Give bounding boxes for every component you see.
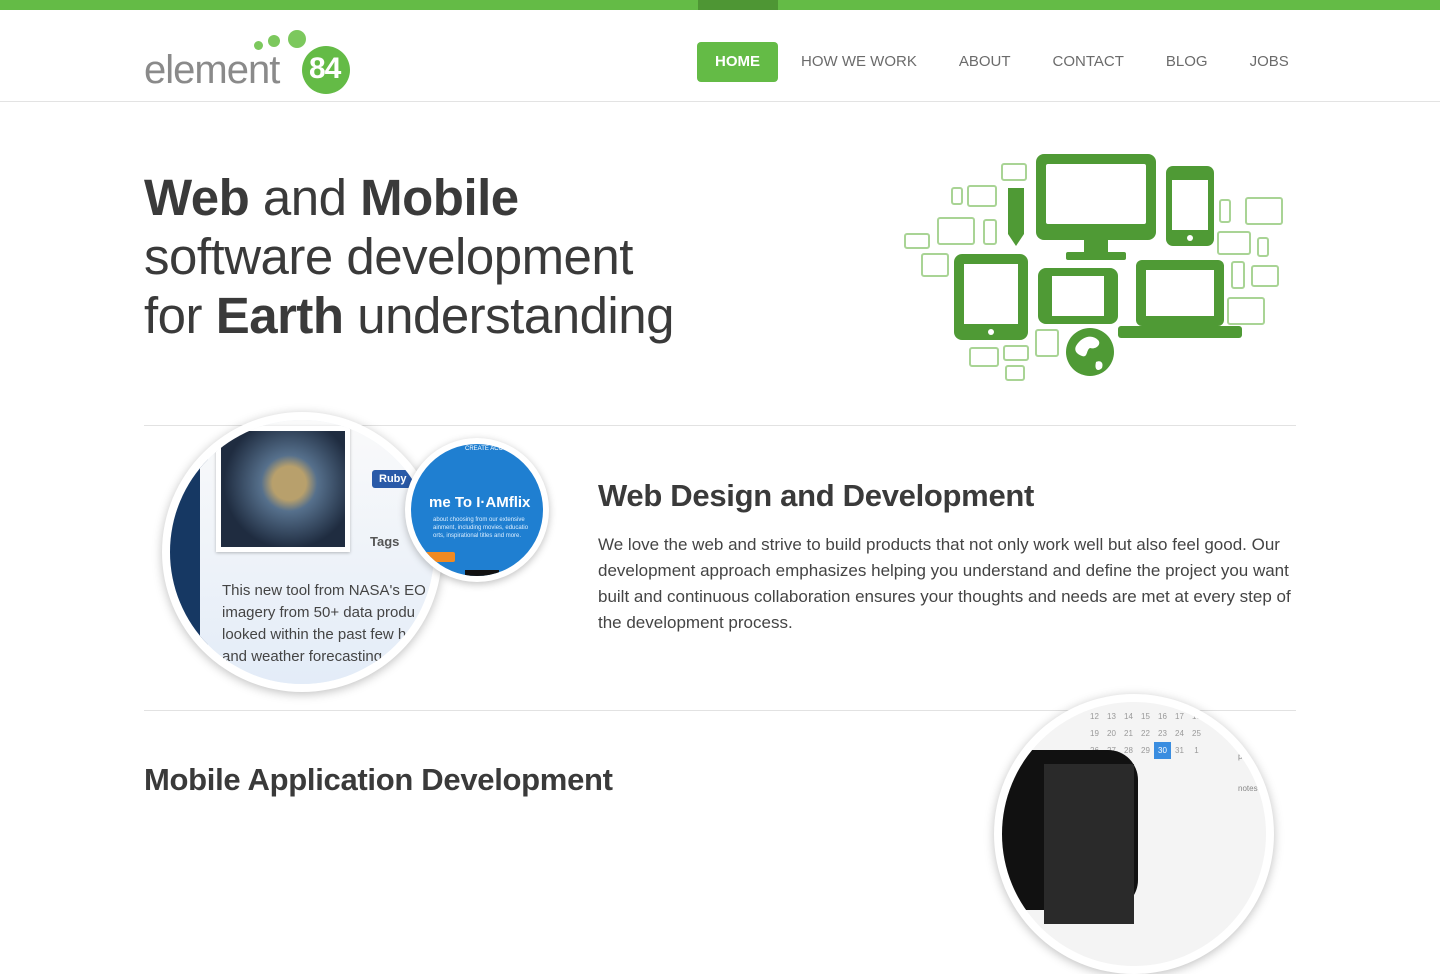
earth-satellite-thumbnail <box>216 426 350 552</box>
screenshot-text: This new tool from NASA's EO imagery fro… <box>222 580 426 668</box>
side-label: pa <box>1238 752 1247 761</box>
hero-line-2: software development <box>144 228 633 285</box>
web-project-screenshot-circle: Ruby Tags This new tool from NASA's EO i… <box>162 412 442 692</box>
cal-day-selected: 30 <box>1154 742 1171 759</box>
cal-day: 12 <box>1090 712 1099 721</box>
cal-day: 21 <box>1124 729 1133 738</box>
nav-contact[interactable]: CONTACT <box>1053 42 1124 82</box>
create-account-text: CREATE ACCO <box>465 446 508 452</box>
logo-dot-large <box>288 30 306 48</box>
logo[interactable]: element 84 <box>144 30 354 94</box>
logo-dot-medium <box>268 35 280 47</box>
logo-number: 84 <box>309 52 341 85</box>
phone-device <box>1002 750 1138 924</box>
hero-word-earth: Earth <box>215 287 344 344</box>
site-header: element 84 HOME HOW WE WORK ABOUT CONTAC… <box>0 10 1440 102</box>
screenshot-text-line: and weather forecasting <box>222 648 383 665</box>
cal-day: 13 <box>1107 712 1116 721</box>
cal-day: 15 <box>1141 712 1150 721</box>
hero-headline: Web and Mobile software development for … <box>144 168 675 345</box>
nav-about[interactable]: ABOUT <box>959 42 1011 82</box>
tags-label: Tags <box>370 534 400 549</box>
hero-line-1: Web and Mobile <box>144 168 674 227</box>
nav-how-we-work[interactable]: HOW WE WORK <box>801 42 917 82</box>
hero-word-for: for <box>144 287 216 344</box>
logo-wordmark: element <box>144 48 280 92</box>
app-store-badge <box>465 570 499 576</box>
screenshot-text-line: imagery from 50+ data produ <box>222 604 416 621</box>
nav-blog[interactable]: BLOG <box>1166 42 1208 82</box>
cal-day: 24 <box>1175 729 1184 738</box>
active-indicator <box>698 0 778 10</box>
top-accent-bar <box>0 0 1440 10</box>
cal-day: 22 <box>1141 729 1150 738</box>
cal-day: 1 <box>1194 746 1199 755</box>
hero-word-web: Web <box>144 169 250 226</box>
section-title-web: Web Design and Development <box>598 478 1035 513</box>
section-body-web: We love the web and strive to build prod… <box>598 535 1291 632</box>
main-nav: HOME HOW WE WORK ABOUT CONTACT BLOG JOBS <box>697 42 1289 82</box>
iamflix-welcome-title: me To I·AMflix <box>429 494 531 511</box>
cal-day: 23 <box>1158 729 1167 738</box>
hero-line-3: for Earth understanding <box>144 286 675 345</box>
cal-day: 19 <box>1090 729 1099 738</box>
cal-day: 20 <box>1107 729 1116 738</box>
cal-day: 17 <box>1175 712 1184 721</box>
screenshot-text-line: This new tool from NASA's EO <box>222 582 426 599</box>
cal-day: 18 <box>1192 712 1201 721</box>
hero-word-and: and <box>249 169 361 226</box>
cal-day: 14 <box>1124 712 1133 721</box>
section-title-mobile: Mobile Application Development <box>144 762 613 797</box>
iamflix-search-button <box>425 552 455 562</box>
nav-home[interactable]: HOME <box>697 42 778 82</box>
screenshot-text-line: looked within the past few h <box>222 626 407 643</box>
devices-illustration <box>904 154 1283 381</box>
iamflix-screenshot-circle: CREATE ACCO me To I·AMflix about choosin… <box>405 438 549 582</box>
hero-word-mobile: Mobile <box>360 169 519 226</box>
mobile-app-screenshot-circle: 12131415161718 19202122232425 2627282930… <box>994 694 1274 974</box>
cal-day: 16 <box>1158 712 1167 721</box>
cal-day: 29 <box>1141 746 1150 755</box>
iamflix-description: about choosing from our extensive ainmen… <box>433 517 529 539</box>
cal-day: 31 <box>1175 746 1184 755</box>
hero-word-understanding: understanding <box>343 287 674 344</box>
ruby-tag-badge: Ruby <box>372 470 414 488</box>
cal-day: 25 <box>1192 729 1201 738</box>
notes-label: notes <box>1238 784 1258 793</box>
nav-jobs[interactable]: JOBS <box>1250 42 1289 82</box>
